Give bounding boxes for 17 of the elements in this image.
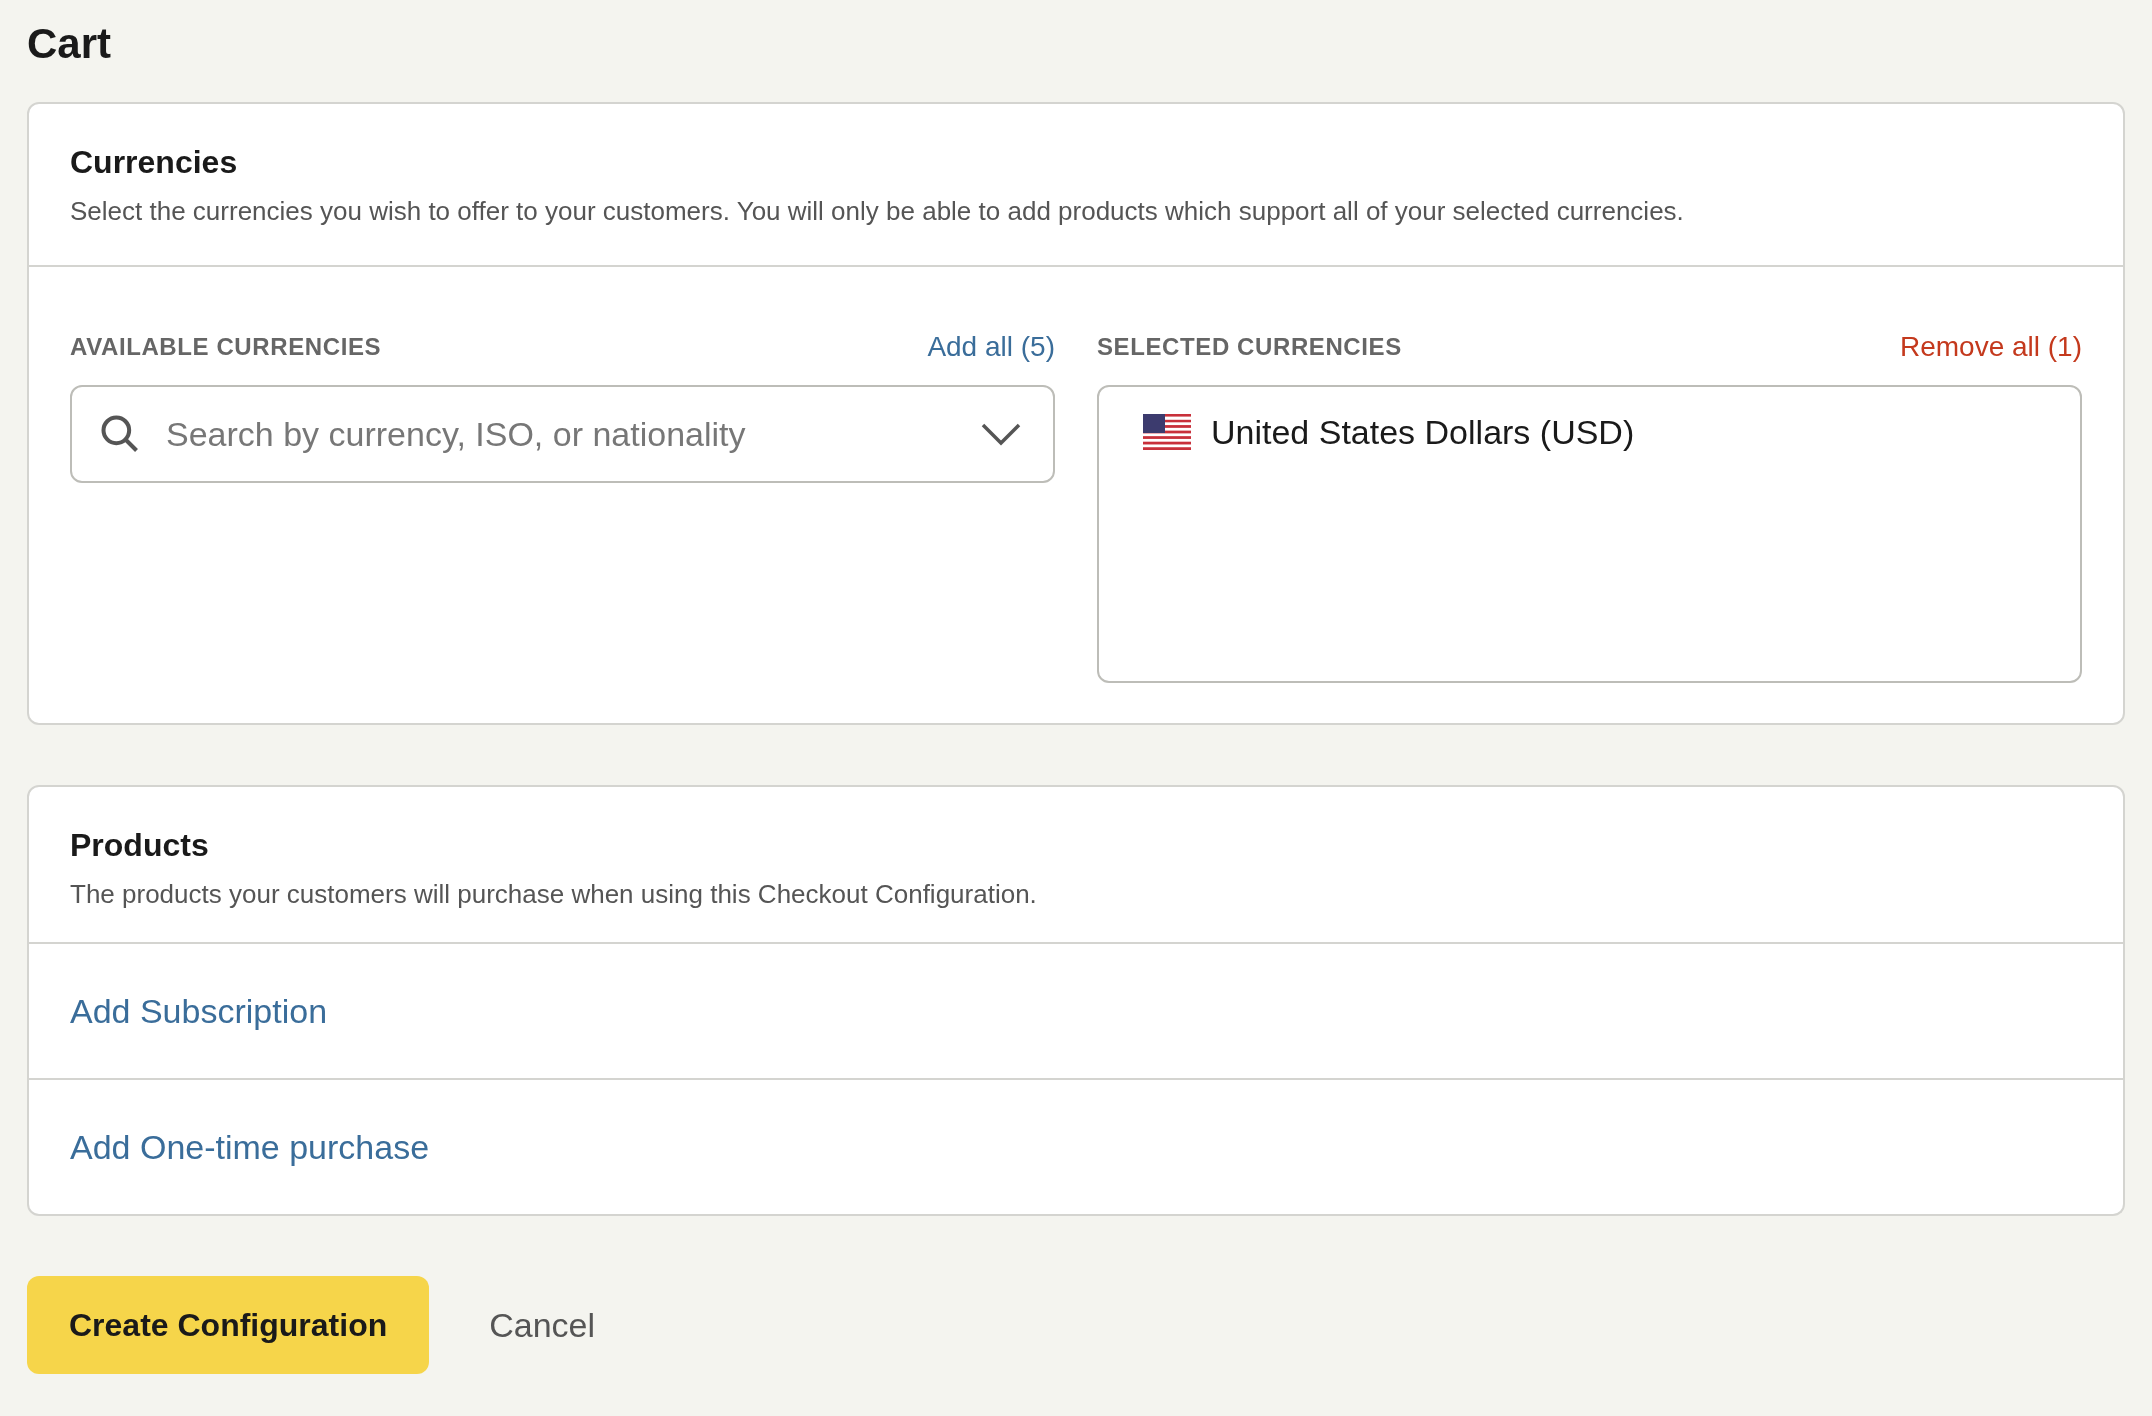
currency-name: United States Dollars (USD): [1211, 411, 1635, 453]
add-product-link[interactable]: Add Subscription: [70, 985, 328, 1037]
section-description: Select the currencies you wish to offer to your customers. You will only be able to add products which support all of your selected currencies.: [70, 195, 1685, 228]
chevron-down-icon: [981, 422, 1021, 446]
cancel-button[interactable]: Cancel: [489, 1299, 596, 1351]
column-label: SELECTED CURRENCIES: [1097, 332, 1402, 362]
add-product-link[interactable]: Add One-time purchase: [70, 1121, 430, 1173]
create-button[interactable]: Create Configuration: [27, 1276, 430, 1374]
us-flag-icon: [1143, 414, 1191, 450]
section-title: Products: [70, 826, 210, 865]
column-label: AVAILABLE CURRENCIES: [70, 332, 382, 362]
section-description: The products your customers will purchase when using this Checkout Configuration.: [70, 878, 1038, 911]
section-title: Currencies: [70, 143, 239, 182]
search-field[interactable]: Search by currency, ISO, or nationality: [70, 385, 1055, 483]
add-all-link[interactable]: Add all (5): [927, 326, 1055, 368]
remove-all-link[interactable]: Remove all (1): [1899, 326, 2082, 368]
page-title: Cart: [27, 19, 113, 69]
